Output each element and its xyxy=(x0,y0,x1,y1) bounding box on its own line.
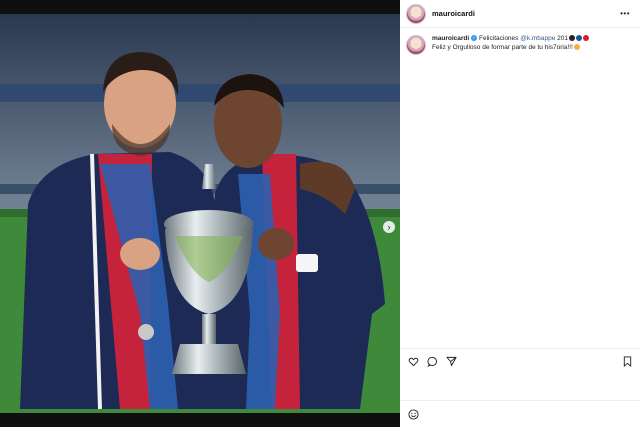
next-slide-button[interactable]: › xyxy=(383,221,395,233)
emoji-icon[interactable] xyxy=(408,409,419,420)
mention-link[interactable]: @k.mbappe xyxy=(520,35,555,42)
comment-icon[interactable] xyxy=(427,356,438,367)
more-horizontal-icon[interactable]: ••• xyxy=(620,9,630,18)
avatar[interactable] xyxy=(406,3,426,24)
post-image[interactable]: › xyxy=(0,14,400,413)
post-sidebar: mauroicardi ••• mauroicardi ✓ Felicitacio… xyxy=(400,0,640,427)
username[interactable]: mauroicardi xyxy=(432,9,475,18)
chevron-right-icon: › xyxy=(387,222,391,232)
soccer-ball-icon xyxy=(569,35,576,42)
avatar[interactable] xyxy=(406,35,426,55)
heart-icon[interactable] xyxy=(408,356,419,367)
post-viewer: › mauroicardi ••• mauroicardi ✓ Felicitac… xyxy=(0,0,640,427)
paper-plane-icon[interactable] xyxy=(446,356,457,367)
red-heart-icon xyxy=(583,35,590,42)
action-bar xyxy=(400,348,640,374)
blue-heart-icon xyxy=(576,35,583,42)
photo-illustration xyxy=(0,14,400,413)
caption: mauroicardi ✓ Felicitaciones @k.mbappe 20… xyxy=(406,34,634,55)
clapping-icon xyxy=(573,44,580,51)
caption-line2: Feliz y Orgulloso de formar parte de tu … xyxy=(432,44,573,51)
add-comment-row xyxy=(400,400,640,427)
bookmark-icon[interactable] xyxy=(622,356,633,367)
caption-year: 201 xyxy=(555,35,569,42)
caption-text: Felicitaciones xyxy=(479,35,521,42)
verified-icon: ✓ xyxy=(471,35,478,42)
caption-author[interactable]: mauroicardi xyxy=(432,35,469,42)
post-header: mauroicardi ••• xyxy=(400,0,640,28)
